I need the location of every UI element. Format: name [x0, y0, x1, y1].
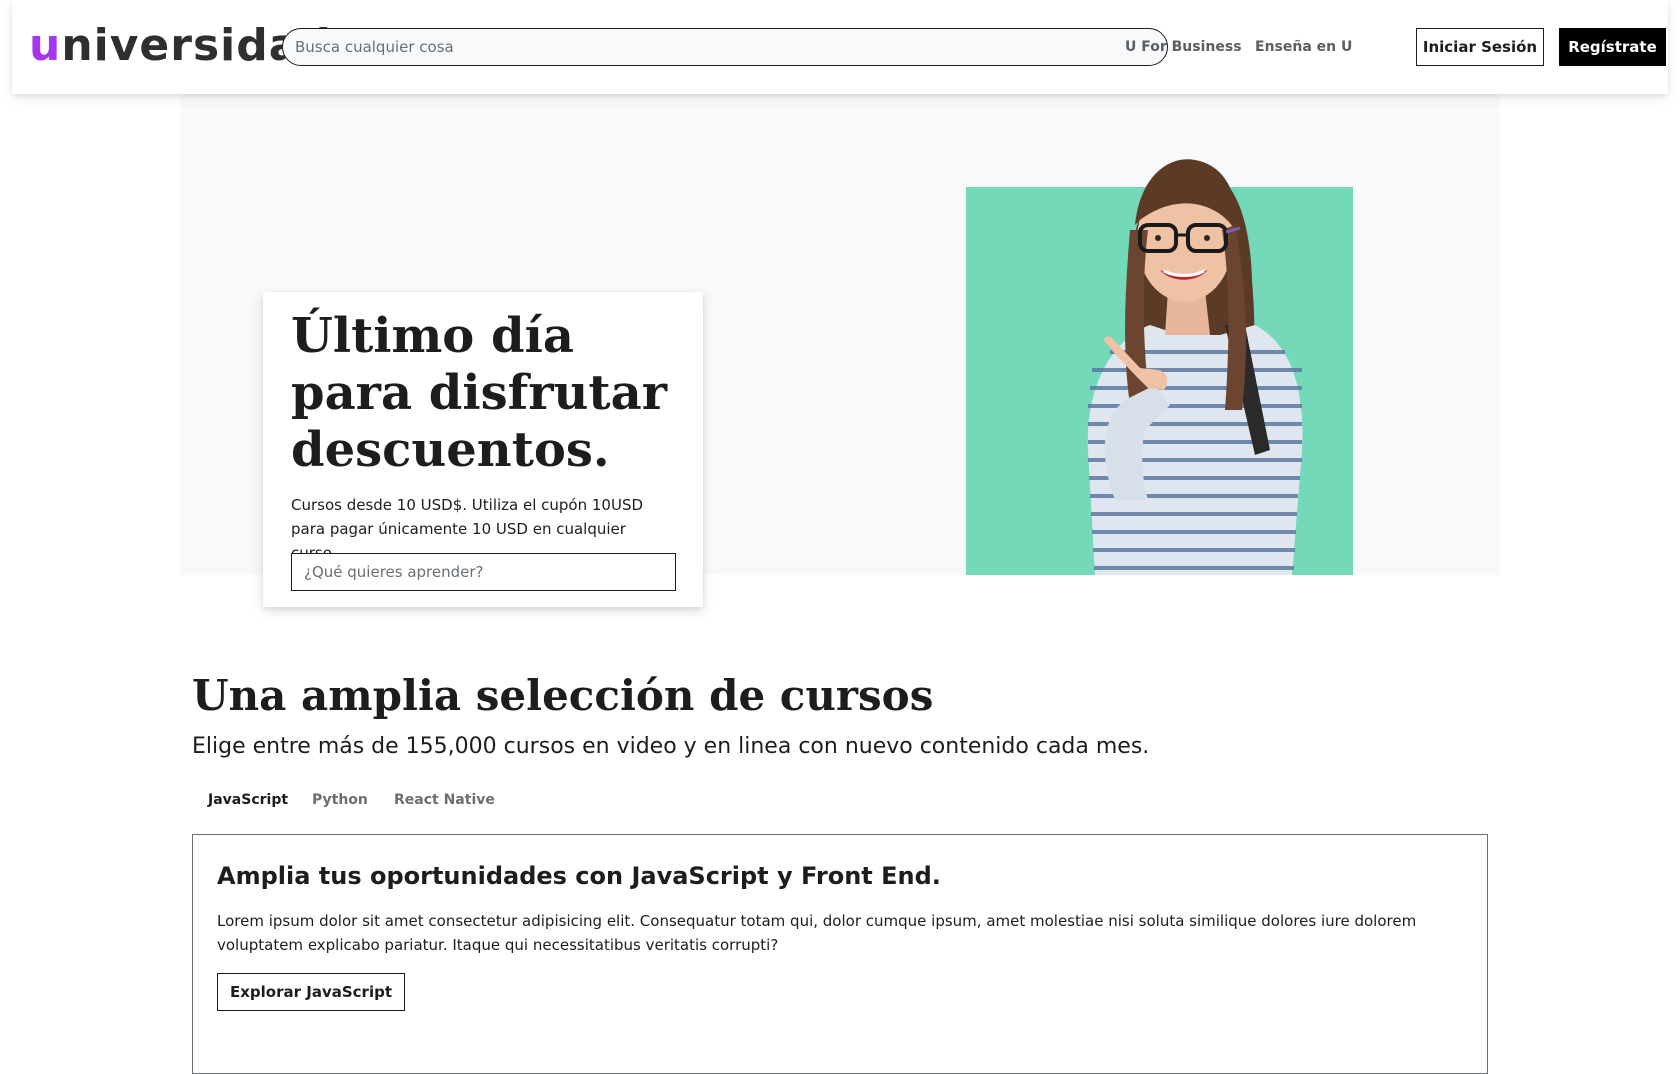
hero-person-image [1087, 159, 1303, 575]
nav-link-teach[interactable]: Enseña en U [1255, 38, 1352, 56]
logo-accent-letter: u [29, 20, 62, 71]
signup-button[interactable]: Regístrate [1559, 28, 1666, 66]
course-panel: Amplia tus oportunidades con JavaScript … [192, 834, 1488, 1074]
tab-react-native[interactable]: React Native [394, 790, 495, 810]
tab-javascript[interactable]: JavaScript [208, 790, 288, 810]
login-button[interactable]: Iniciar Sesión [1416, 28, 1544, 66]
promo-card: Último día para disfrutar descuentos. Cu… [263, 292, 703, 607]
top-navbar: universidad U For Business Enseña en U I… [12, 0, 1668, 94]
course-panel-description: Lorem ipsum dolor sit amet consectetur a… [217, 912, 1417, 954]
explore-javascript-button[interactable]: Explorar JavaScript [217, 973, 405, 1011]
learn-search-input[interactable] [291, 553, 676, 591]
section-subtitle: Elige entre más de 155,000 cursos en vid… [192, 734, 1150, 759]
course-panel-title: Amplia tus oportunidades con JavaScript … [217, 862, 941, 890]
nav-link-business[interactable]: U For Business [1125, 38, 1242, 56]
section-title: Una amplia selección de cursos [192, 671, 934, 720]
tab-python[interactable]: Python [312, 790, 368, 810]
search-input[interactable] [282, 28, 1168, 66]
promo-title: Último día para disfrutar descuentos. [291, 308, 667, 478]
